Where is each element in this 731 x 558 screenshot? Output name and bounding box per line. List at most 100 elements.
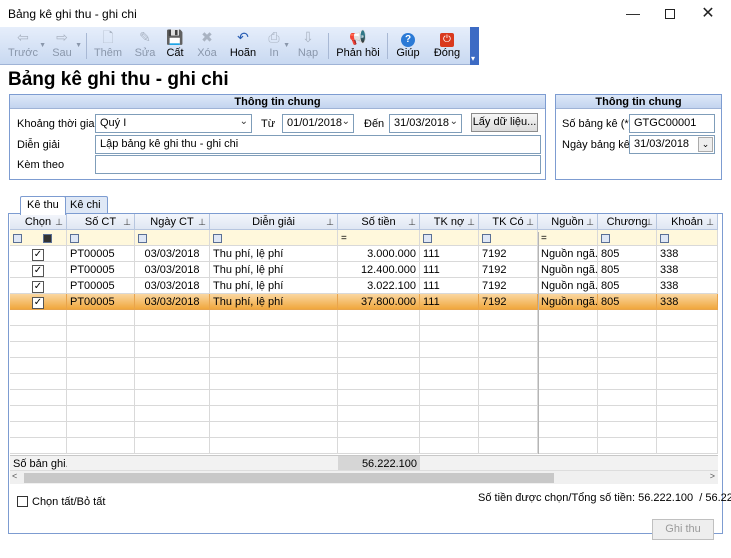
filter-cell[interactable] [657, 230, 718, 246]
save-button[interactable]: 💾 Cất [164, 29, 186, 63]
toolbar: ⇦ Trước ▼ ⇨ Sau ▼ 🗋 Thêm ✎ Sửa 💾 Cất ✖ X… [0, 27, 479, 65]
horizontal-scrollbar[interactable]: < > [10, 470, 718, 484]
empty-cell [10, 406, 67, 422]
table-row[interactable]: ✓ PT00005 03/03/2018 Thu phí, lệ phí 12.… [10, 262, 718, 278]
empty-cell [67, 422, 135, 438]
tab-ke-chi[interactable]: Kê chi [63, 196, 108, 214]
empty-cell [10, 358, 67, 374]
select-all-checkbox[interactable] [17, 496, 28, 507]
record-receipt-button[interactable]: Ghi thu [652, 519, 714, 540]
empty-cell [10, 438, 67, 454]
filter-cell[interactable] [135, 230, 210, 246]
empty-cell [657, 406, 718, 422]
table-row-selected[interactable]: ✓ PT00005 03/03/2018 Thu phí, lệ phí 37.… [10, 294, 718, 310]
column-header-item[interactable]: Khoản ⊥ [657, 214, 718, 230]
column-header-chapter[interactable]: Chương ⊥ [598, 214, 657, 230]
empty-cell [135, 422, 210, 438]
feedback-button[interactable]: 📢 Phản hồi [336, 29, 380, 63]
column-header-amount[interactable]: Số tiền ⊥ [338, 214, 420, 230]
empty-table-row [10, 326, 718, 342]
close-button[interactable]: ⏻ Đóng [432, 29, 462, 63]
close-window-button[interactable]: ✕ [689, 0, 727, 27]
minimize-button[interactable]: — [614, 0, 652, 27]
fetch-data-button[interactable]: Lấy dữ liệu... [471, 113, 538, 132]
description-input[interactable]: Lập bảng kê ghi thu - ghi chi [95, 135, 541, 154]
column-header-debit[interactable]: TK nợ ⊥ [420, 214, 479, 230]
filter-cell[interactable] [479, 230, 538, 246]
filter-checkbox-icon [43, 233, 53, 243]
edit-button[interactable]: ✎ Sửa [132, 29, 158, 63]
empty-cell [10, 390, 67, 406]
column-header-doc-date[interactable]: Ngày CT ⊥ [135, 214, 210, 230]
filter-cell[interactable]: = [338, 230, 420, 246]
cell-date: 03/03/2018 [135, 262, 210, 278]
period-select[interactable]: Quý I ⌄ [95, 114, 252, 133]
cell-date: 03/03/2018 [135, 246, 210, 262]
cell-chapter: 805 [598, 262, 657, 278]
empty-cell [135, 438, 210, 454]
empty-cell [598, 422, 657, 438]
add-button[interactable]: 🗋 Thêm [92, 29, 124, 63]
table-row[interactable]: ✓ PT00005 03/03/2018 Thu phí, lệ phí 3.0… [10, 278, 718, 294]
column-header-credit[interactable]: TK Có ⊥ [479, 214, 538, 230]
empty-cell [135, 326, 210, 342]
tab-ke-thu[interactable]: Kê thu [20, 196, 66, 215]
load-button[interactable]: ⇩ Nạp [296, 29, 320, 63]
empty-table-row [10, 358, 718, 374]
print-button[interactable]: ⎙ In ▼ [264, 29, 290, 63]
empty-table-row [10, 422, 718, 438]
row-checkbox[interactable]: ✓ [10, 294, 67, 310]
filter-cell[interactable] [598, 230, 657, 246]
help-button[interactable]: ? Giúp [394, 29, 422, 63]
forward-button[interactable]: ⇨ Sau ▼ [48, 29, 82, 63]
filter-cell[interactable] [210, 230, 338, 246]
column-header-source[interactable]: Nguồn ⊥ [538, 214, 598, 230]
scrollbar-thumb[interactable] [24, 473, 554, 483]
printer-icon: ⎙ [268, 29, 280, 45]
empty-cell [420, 310, 479, 326]
empty-cell [338, 310, 420, 326]
empty-cell [479, 390, 538, 406]
filter-cell[interactable]: = [538, 230, 598, 246]
maximize-button[interactable] [651, 0, 689, 27]
cell-description: Thu phí, lệ phí [210, 246, 338, 262]
from-date-input[interactable]: 01/01/2018 ⌄ [282, 114, 354, 133]
attach-input[interactable] [95, 155, 541, 174]
cell-doc-no: PT00005 [67, 262, 135, 278]
filter-cell[interactable] [420, 230, 479, 246]
cell-amount: 37.800.000 [338, 294, 420, 310]
attach-label: Kèm theo [17, 159, 65, 171]
empty-cell [135, 342, 210, 358]
group-title: Thông tin chung [10, 95, 545, 109]
empty-cell [67, 342, 135, 358]
description-label: Diễn giải [17, 139, 60, 151]
filter-cell[interactable] [10, 230, 67, 246]
row-checkbox[interactable]: ✓ [10, 246, 67, 262]
chevron-right-icon[interactable]: > [710, 471, 715, 481]
undo-button[interactable]: ↶ Hoãn [228, 29, 258, 63]
toolbar-separator [387, 33, 388, 59]
amount-total: 56.222.100 [338, 456, 420, 471]
column-header-description[interactable]: Diễn giải ⊥ [210, 214, 338, 230]
row-checkbox[interactable]: ✓ [10, 278, 67, 294]
row-checkbox[interactable]: ✓ [10, 262, 67, 278]
selection-summary: Số tiền được chọn/Tổng số tiền: 56.222.1… [478, 492, 731, 504]
check-icon: ✓ [32, 265, 44, 277]
back-button[interactable]: ⇦ Trước ▼ [6, 29, 46, 63]
filter-cell[interactable] [67, 230, 135, 246]
empty-table-row [10, 406, 718, 422]
delete-button[interactable]: ✖ Xóa [194, 29, 220, 63]
column-header-doc-no[interactable]: Số CT ⊥ [67, 214, 135, 230]
maximize-icon [665, 9, 675, 20]
pin-icon: ⊥ [645, 217, 653, 227]
doc-date-input[interactable]: 31/03/2018 ⌄ [629, 135, 715, 154]
chevron-left-icon[interactable]: < [12, 471, 17, 481]
power-icon: ⏻ [432, 29, 462, 47]
column-header-select[interactable]: Chọn ⊥ [10, 214, 67, 230]
table-row[interactable]: ✓ PT00005 03/03/2018 Thu phí, lệ phí 3.0… [10, 246, 718, 262]
to-date-input[interactable]: 31/03/2018 ⌄ [389, 114, 462, 133]
chevron-down-icon: ⌄ [341, 116, 350, 127]
receipts-grid: Chọn ⊥ Số CT ⊥ Ngày CT ⊥ Diễn giải ⊥ Số tiền… [10, 214, 718, 470]
toolbar-options-handle[interactable]: ▾ [470, 27, 479, 65]
doc-number-input[interactable]: GTGC00001 [629, 114, 715, 133]
